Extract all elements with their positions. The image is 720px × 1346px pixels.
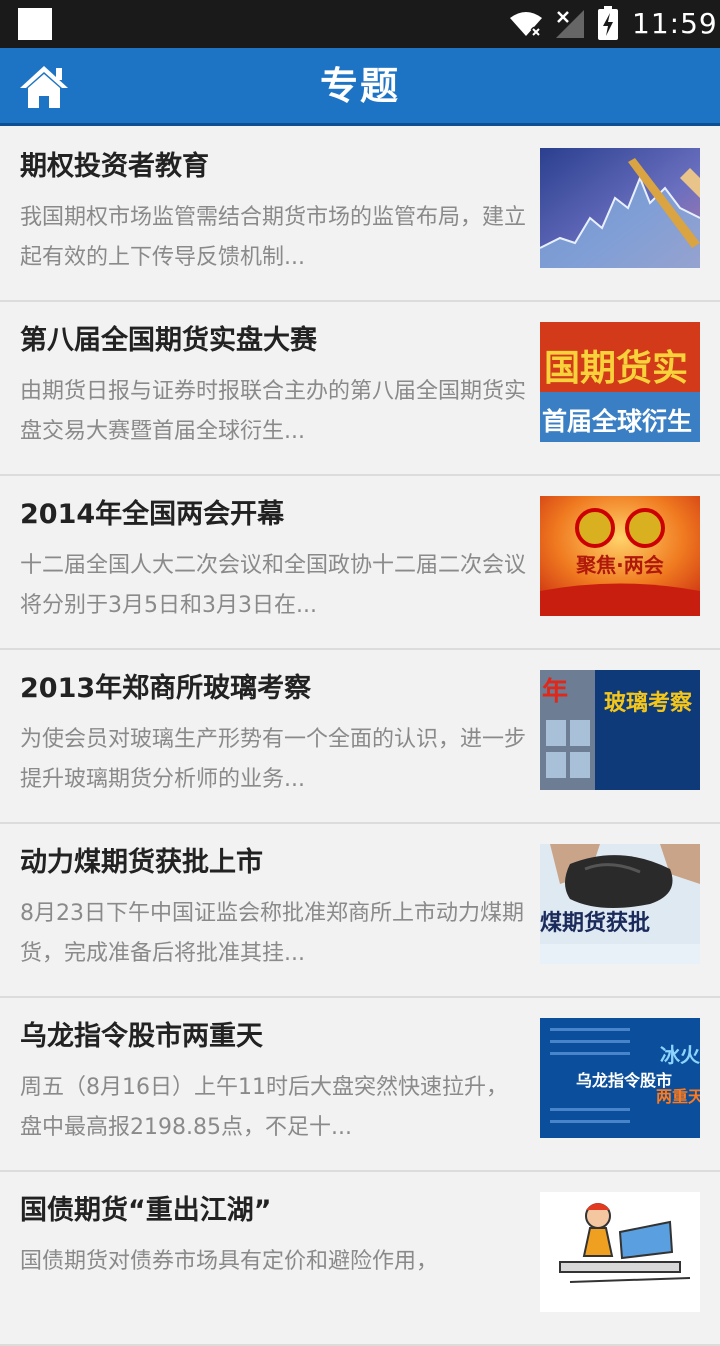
thumb-text: 两重天 [656, 1087, 700, 1106]
status-time: 11:59 [632, 7, 718, 40]
list-item[interactable]: 动力煤期货获批上市 8月23日下午中国证监会称批准郑商所上市动力煤期货，完成准备… [0, 824, 720, 998]
item-title: 乌龙指令股市两重天 [20, 1021, 263, 1052]
status-bar: 11:59 [0, 0, 720, 48]
item-title: 动力煤期货获批上市 [20, 847, 263, 878]
thumb-text: 煤期货获批 [540, 910, 650, 936]
item-thumbnail: 乌龙指令股市 冰火 两重天 [540, 1018, 700, 1138]
item-title: 第八届全国期货实盘大赛 [20, 325, 317, 356]
item-thumbnail: 国期货实 首届全球衍生 [540, 322, 700, 442]
signal-icon [556, 10, 584, 38]
item-summary: 为使会员对玻璃生产形势有一个全面的认识，进一步提升玻璃期货分析师的业务... [20, 727, 526, 792]
item-title: 期权投资者教育 [20, 151, 209, 182]
page-title: 专题 [319, 64, 400, 108]
item-summary: 我国期权市场监管需结合期货市场的监管布局，建立起有效的上下传导反馈机制... [20, 205, 526, 270]
item-summary: 由期货日报与证券时报联合主办的第八届全国期货实盘交易大赛暨首届全球衍生... [20, 379, 526, 444]
thumb-text: 年 [542, 676, 568, 707]
item-summary: 国债期货对债券市场具有定价和避险作用， [20, 1249, 439, 1274]
list-item[interactable]: 2014年全国两会开幕 十二届全国人大二次会议和全国政协十二届二次会议将分别于3… [0, 476, 720, 650]
item-summary: 十二届全国人大二次会议和全国政协十二届二次会议将分别于3月5日和3月3日在... [20, 553, 526, 618]
list-item[interactable]: 第八届全国期货实盘大赛 由期货日报与证券时报联合主办的第八届全国期货实盘交易大赛… [0, 302, 720, 476]
thumb-text: 国期货实 [544, 348, 688, 389]
item-thumbnail: 煤期货获批 [540, 844, 700, 964]
item-title: 2014年全国两会开幕 [20, 499, 285, 530]
item-thumbnail: 聚焦·两会 [540, 496, 700, 616]
wifi-icon [510, 12, 542, 38]
battery-charging-icon [598, 6, 618, 40]
thumb-text: 聚焦·两会 [575, 553, 664, 577]
thumb-text: 玻璃考察 [604, 690, 693, 716]
item-thumbnail: 年 玻璃考察 [540, 670, 700, 790]
thumb-text: 首届全球衍生 [542, 407, 692, 436]
notification-icon [18, 8, 52, 40]
list-item[interactable]: 国债期货“重出江湖” 国债期货对债券市场具有定价和避险作用， [0, 1172, 720, 1346]
item-summary: 周五（8月16日）上午11时后大盘突然快速拉升，盘中最高报2198.85点，不足… [20, 1075, 508, 1140]
list-item[interactable]: 期权投资者教育 我国期权市场监管需结合期货市场的监管布局，建立起有效的上下传导反… [0, 128, 720, 302]
list-item[interactable]: 2013年郑商所玻璃考察 为使会员对玻璃生产形势有一个全面的认识，进一步提升玻璃… [0, 650, 720, 824]
topic-list: 期权投资者教育 我国期权市场监管需结合期货市场的监管布局，建立起有效的上下传导反… [0, 128, 720, 1346]
item-title: 国债期货“重出江湖” [20, 1195, 272, 1226]
list-item[interactable]: 乌龙指令股市两重天 周五（8月16日）上午11时后大盘突然快速拉升，盘中最高报2… [0, 998, 720, 1172]
thumb-text: 冰火 [660, 1043, 700, 1067]
item-title: 2013年郑商所玻璃考察 [20, 673, 312, 704]
item-summary: 8月23日下午中国证监会称批准郑商所上市动力煤期货，完成准备后将批准其挂... [20, 901, 524, 966]
app-bar: 专题 [0, 48, 720, 126]
item-thumbnail [540, 148, 700, 268]
item-thumbnail [540, 1192, 700, 1312]
